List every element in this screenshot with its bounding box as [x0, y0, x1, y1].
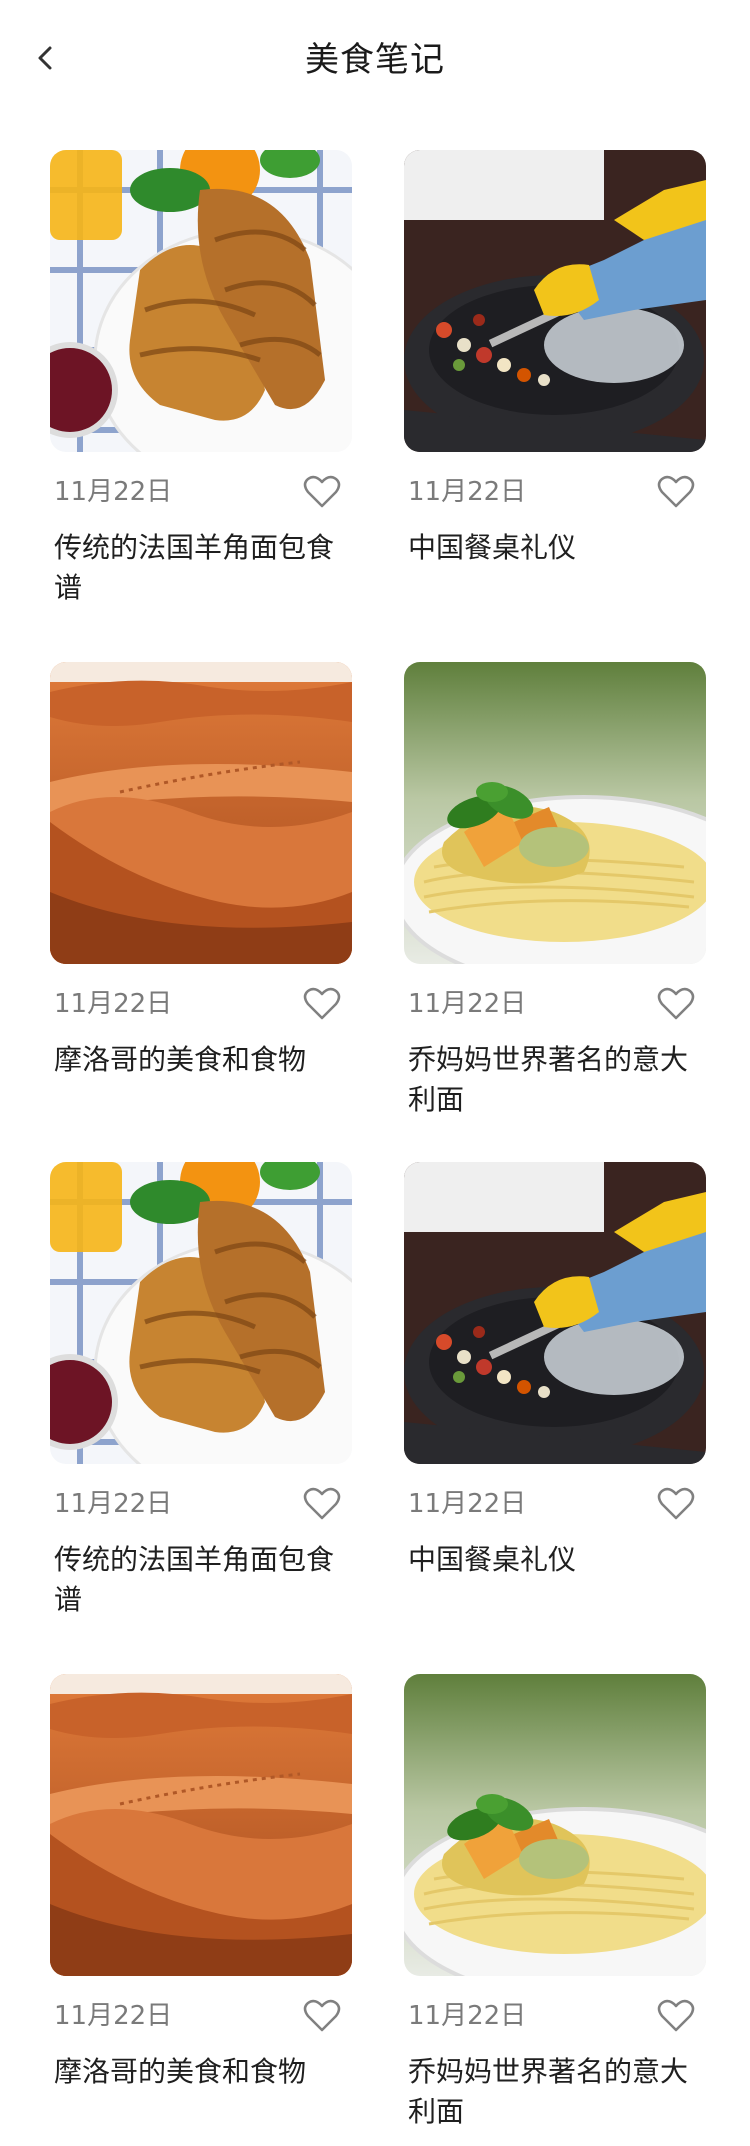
heart-outline-icon[interactable] [302, 1996, 342, 2036]
pasta-image[interactable] [404, 1674, 706, 1976]
note-card[interactable]: 11月22日 传统的法国羊角面包食谱 [50, 150, 352, 608]
note-card[interactable]: 11月22日 摩洛哥的美食和食物 [50, 662, 352, 1080]
note-title[interactable]: 乔妈妈世界著名的意大利面 [408, 2052, 698, 2132]
wok-image[interactable] [404, 150, 706, 452]
page-title: 美食笔记 [305, 40, 445, 80]
heart-outline-icon[interactable] [656, 1484, 696, 1524]
croissant-image[interactable] [50, 150, 352, 452]
heart-outline-icon[interactable] [656, 984, 696, 1024]
heart-outline-icon[interactable] [302, 472, 342, 512]
note-card[interactable]: 11月22日 乔妈妈世界著名的意大利面 [404, 662, 706, 1120]
note-title[interactable]: 乔妈妈世界著名的意大利面 [408, 1040, 698, 1120]
note-title[interactable]: 传统的法国羊角面包食谱 [54, 528, 344, 608]
note-date: 11月22日 [408, 2001, 527, 2031]
heart-outline-icon[interactable] [302, 1484, 342, 1524]
desert-image[interactable] [50, 1674, 352, 1976]
note-card[interactable]: 11月22日 中国餐桌礼仪 [404, 1162, 706, 1580]
note-title[interactable]: 中国餐桌礼仪 [408, 1540, 698, 1580]
note-card[interactable]: 11月22日 乔妈妈世界著名的意大利面 [404, 1674, 706, 2132]
note-date: 11月22日 [54, 2001, 173, 2031]
note-card[interactable]: 11月22日 摩洛哥的美食和食物 [50, 1674, 352, 2092]
croissant-image[interactable] [50, 1162, 352, 1464]
heart-outline-icon[interactable] [656, 1996, 696, 2036]
desert-image[interactable] [50, 662, 352, 964]
note-date: 11月22日 [408, 989, 527, 1019]
heart-outline-icon[interactable] [656, 472, 696, 512]
wok-image[interactable] [404, 1162, 706, 1464]
top-bar: 美食笔记 [0, 0, 750, 130]
note-title[interactable]: 传统的法国羊角面包食谱 [54, 1540, 344, 1620]
note-card[interactable]: 11月22日 传统的法国羊角面包食谱 [50, 1162, 352, 1620]
note-card[interactable]: 11月22日 中国餐桌礼仪 [404, 150, 706, 568]
note-date: 11月22日 [408, 477, 527, 507]
note-title[interactable]: 中国餐桌礼仪 [408, 528, 698, 568]
note-date: 11月22日 [408, 1489, 527, 1519]
note-title[interactable]: 摩洛哥的美食和食物 [54, 2052, 344, 2092]
heart-outline-icon[interactable] [302, 984, 342, 1024]
note-date: 11月22日 [54, 1489, 173, 1519]
note-date: 11月22日 [54, 989, 173, 1019]
note-title[interactable]: 摩洛哥的美食和食物 [54, 1040, 344, 1080]
pasta-image[interactable] [404, 662, 706, 964]
note-date: 11月22日 [54, 477, 173, 507]
